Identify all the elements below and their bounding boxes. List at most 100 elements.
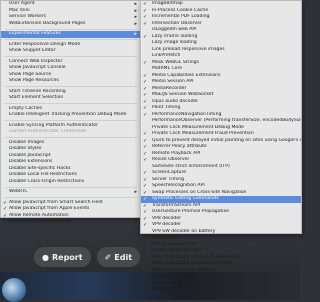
menu-separator <box>5 39 137 40</box>
develop-menu-item-label: Allow Remote Automation <box>9 212 69 218</box>
feature-menu-item-label: Referrer Policy attribute <box>152 144 207 149</box>
feature-menu-item-label: Quirk to prevent delayed initial paintin… <box>152 137 301 143</box>
feature-menu-item-label: ImageBitmap <box>152 1 183 6</box>
feature-menu-item-label: Web Share API Level 2 <box>152 280 204 286</box>
develop-menu-item-label: Enable Syncing Platform Authenticator <box>9 122 98 128</box>
develop-menu-item-label: Disable Styles <box>9 146 42 151</box>
report-label: Report <box>51 252 83 262</box>
develop-menu-item-label: WebRTC <box>9 189 28 194</box>
develop-menu-item[interactable]: Show Snippet Editor <box>1 48 141 55</box>
feature-menu-item-label: Mask WebGL Strings <box>152 59 199 65</box>
develop-menu-item-label: Experimental Features <box>9 31 61 36</box>
feature-menu-item-label: Lazy image loading <box>152 40 197 45</box>
feature-menu-item-label: MediaRecorder <box>152 85 187 91</box>
develop-menu-item-label: WebExtension Background Pages <box>9 20 86 26</box>
develop-menu-item-label: Start Timeline Recording <box>9 88 66 94</box>
feature-menu-item[interactable]: ✓ WebAudio <box>141 287 301 294</box>
feature-menu-item-label: LinkPrefetch <box>152 53 181 58</box>
feature-menu-item-label: UserGesture Promise Propagation <box>152 209 230 214</box>
develop-menu-item-label: Disable Local File Restrictions <box>9 172 77 177</box>
feature-menu-item-label: Media Capabilities Extensions <box>152 72 221 78</box>
feature-menu-item-label: Resize Observer <box>152 157 190 162</box>
develop-menu-item-label: Service Workers <box>9 14 47 19</box>
develop-menu-item[interactable]: Start Element Selection <box>1 95 141 102</box>
develop-menu-item[interactable]: Enable Intelligent Tracking Prevention D… <box>1 112 141 119</box>
develop-menu-item-label: Disable Extensions <box>9 159 53 164</box>
develop-menu-item-label: Start Element Selection <box>9 95 64 100</box>
feature-menu-item-label: VP9 decoder <box>152 222 182 227</box>
menu-separator <box>5 56 137 57</box>
submenu-arrow-icon: ▸ <box>134 20 137 27</box>
feature-menu-item-label: MSE/JS Session WebSocket <box>152 92 214 97</box>
develop-menu-item-label: Connect Web Inspector <box>9 58 63 64</box>
develop-menu-item-label: Disable JavaScript <box>9 152 51 158</box>
feature-menu-item-label: PerformanceObserver (Performing transfer… <box>152 118 301 123</box>
feature-menu-item-label: WebAudio <box>152 287 176 292</box>
submenu-arrow-icon: ▸ <box>134 31 137 37</box>
globe-avatar-icon <box>2 278 26 302</box>
checkmark-icon: ✓ <box>143 287 148 293</box>
edit-button[interactable]: ✐ Edit <box>96 247 141 267</box>
develop-menu-item-label: Allow JavaScript from Smart Search Field <box>9 199 103 205</box>
feature-menu-item-label: In-Process Cookie Cache <box>152 7 209 13</box>
feature-menu-item-label: VP8 decoder <box>152 215 182 221</box>
edit-pencil-icon: ✐ <box>104 252 112 262</box>
feature-menu-item-label: Web Animations mutable timelines <box>152 261 233 266</box>
develop-menu-item[interactable]: Disable Cross-Origin Restrictions <box>1 179 141 186</box>
feature-menu-item-label: Lazy iframe loading <box>152 33 198 39</box>
post-action-bar: ● Report ✐ Edit <box>34 246 141 268</box>
feature-menu-item-label: Private Click Measurement Fraud Preventi… <box>152 131 254 136</box>
edit-label: Edit <box>114 252 133 262</box>
develop-menu-item-label: Current Authenticator Credentials <box>9 129 87 134</box>
feature-menu-item-label: SameSite strict enforcement (ITP) <box>152 163 230 169</box>
menu-separator <box>5 86 137 87</box>
develop-menu-item-label: Show JavaScript Console <box>9 65 66 70</box>
develop-menu-item-label: Disable Cross-Origin Restrictions <box>9 178 85 184</box>
feature-menu-item-label: Opus audio decoder <box>152 98 199 104</box>
develop-menu-item-label: Empty Caches <box>9 105 42 111</box>
develop-menu-item[interactable]: WebRTC ▸ <box>1 189 141 196</box>
menu-separator <box>5 120 137 121</box>
feature-menu-item-label: Link preload responsive images <box>152 46 225 52</box>
develop-menu-item[interactable]: Experimental Features ▸ <box>1 31 141 38</box>
feature-menu-item-label: VP9 SW decoder on battery <box>152 228 216 234</box>
develop-menu-item-label: Allow JavaScript from Apple Events <box>9 206 90 211</box>
report-button[interactable]: ● Report <box>34 247 91 267</box>
report-flag-icon: ● <box>42 252 49 262</box>
feature-menu-item-label: Web Authentication Modern <box>152 267 216 273</box>
menu-separator <box>5 28 137 30</box>
develop-menu-item-label: Show Page Source <box>9 71 52 77</box>
experimental-features-submenu: ✓ ImageBitmap ✓ In-Process Cookie Cache ✓ Inc… <box>140 0 302 293</box>
develop-menu-item[interactable]: Current Authenticator Credentials <box>1 129 141 136</box>
develop-menu-item[interactable]: Show Page Resources <box>1 78 141 85</box>
develop-menu-item-label: Show Page Resources <box>9 78 59 83</box>
feature-menu-item-label: isLoggedIn web API <box>152 27 197 32</box>
develop-menu-item[interactable]: Allow Unsigned Extensions <box>1 219 141 226</box>
feature-menu-item-label: MathML Core <box>152 66 183 71</box>
develop-menu-item-label: Mac mini <box>9 7 30 13</box>
develop-menu-item-label: Allow Unsigned Extensions <box>9 219 71 224</box>
feature-menu-item-label: Private Click Measurement Debug Mode <box>152 124 244 130</box>
develop-menu-item[interactable]: WebExtension Background Pages ▸ <box>1 21 141 28</box>
feature-menu-item-label: Incremental PDF Loading <box>152 14 210 19</box>
submenu-arrow-icon: ▸ <box>134 189 137 195</box>
feature-menu-item-label: Server Timing <box>152 176 185 182</box>
feature-menu-item-label: Swap Processes on Cross-Site Navigation <box>152 189 247 195</box>
develop-menu-item-label: Disable Images <box>9 139 45 145</box>
feature-menu-item-label: Remote Playback API <box>152 150 201 156</box>
develop-menu-item-label: Show Snippet Editor <box>9 48 56 53</box>
menu-separator <box>5 137 137 138</box>
develop-menu-item-label: User Agent <box>9 1 35 6</box>
feature-menu-item-label: Web Authentication <box>152 274 198 279</box>
feature-menu-item-label: Paint Timing <box>152 105 181 110</box>
feature-menu-item-label: VP9 decoder <box>152 235 182 240</box>
feature-menu-item-label: ScreenCapture <box>152 170 187 175</box>
develop-menu-item-label: Enable Intelligent Tracking Prevention D… <box>9 112 127 117</box>
feature-menu-item-label: SpeechRecognition API <box>152 183 205 188</box>
feature-menu-item-label: Visible audio decoder <box>152 248 202 253</box>
develop-menu: User Agent ▸ Mac mini ▸ Service Workers ▸ WebE… <box>0 0 142 224</box>
menu-separator <box>5 197 137 198</box>
develop-menu-item-label: Enter Responsive Design Mode <box>9 41 81 47</box>
feature-menu-item-label: Intersection Observer <box>152 20 202 26</box>
feature-menu-item-label: Visual Viewport API <box>152 241 197 247</box>
